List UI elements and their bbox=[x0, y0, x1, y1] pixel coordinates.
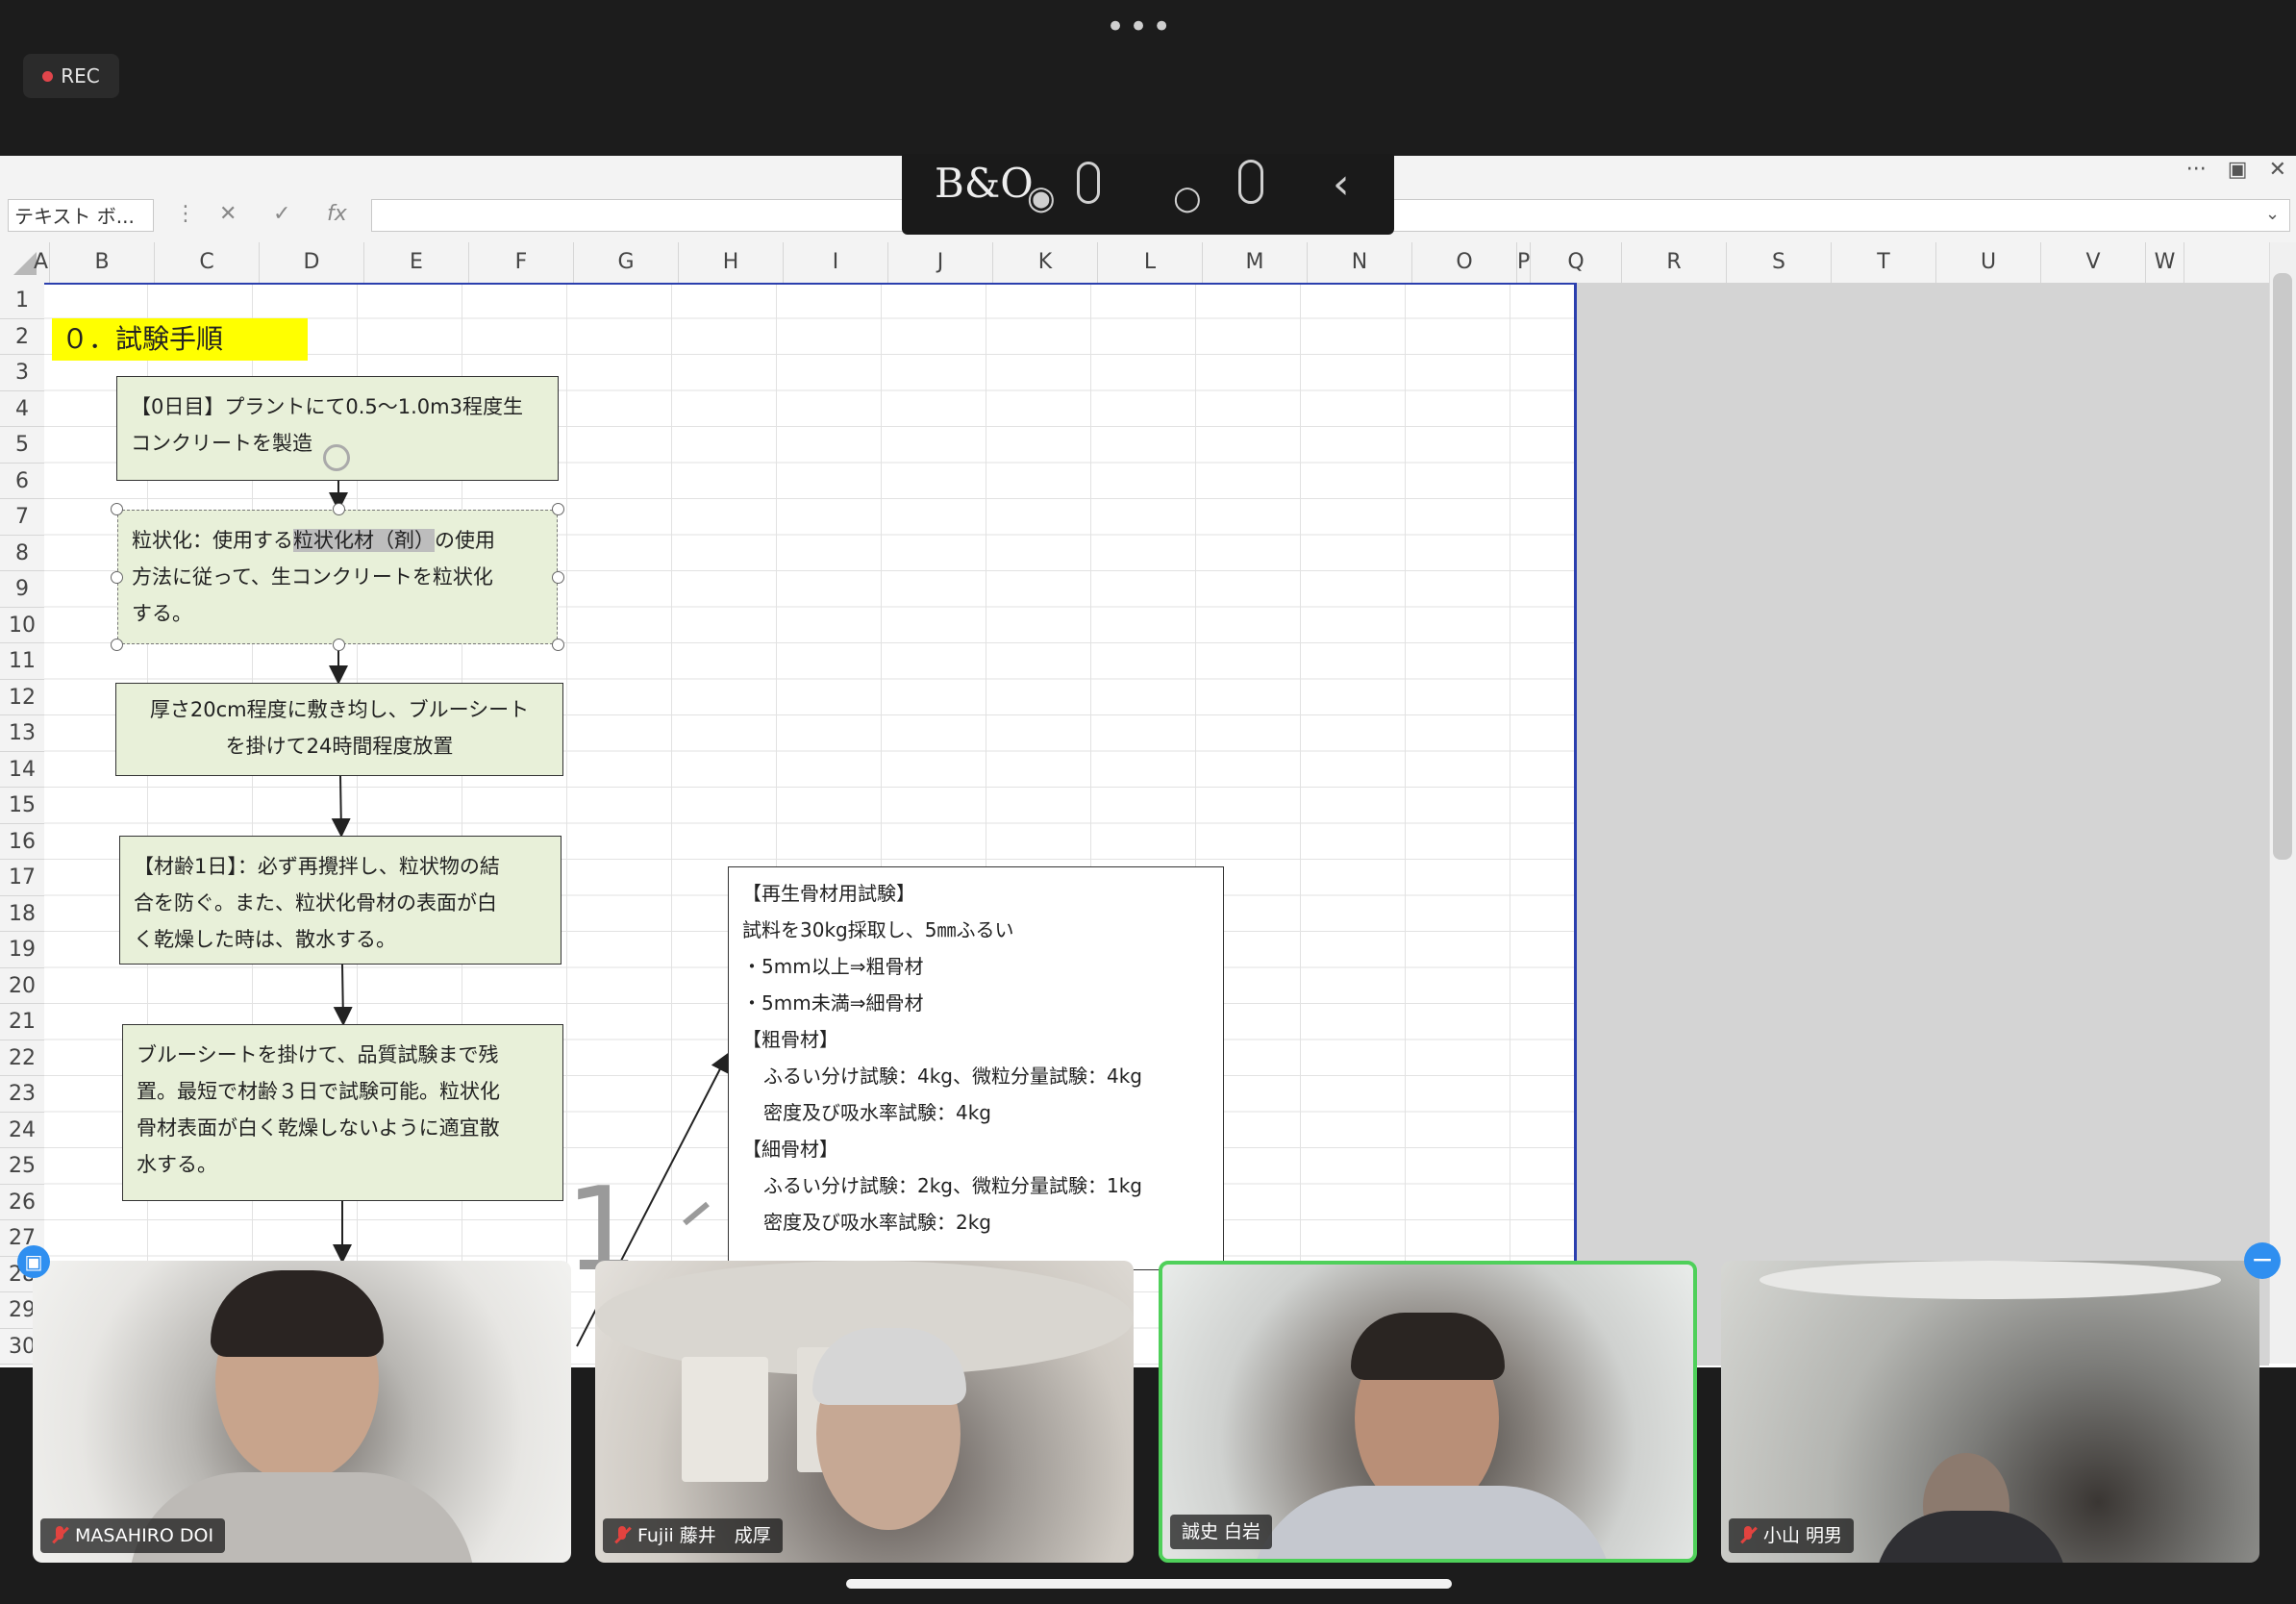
circle-icon[interactable]: ○ bbox=[1173, 179, 1202, 217]
minimize-gallery-icon[interactable]: − bbox=[2244, 1242, 2281, 1279]
panel bbox=[682, 1357, 768, 1482]
mic-muted-icon bbox=[52, 1525, 67, 1546]
step-box-spread[interactable]: 厚さ20cm程度に敷き均し、ブルーシート を掛けて24時間程度放置 bbox=[115, 683, 563, 776]
box1-line1: 【0日目】プラントにて0.5～1.0m3程度生 bbox=[131, 395, 523, 418]
chevron-left-icon[interactable]: ‹ bbox=[1333, 160, 1350, 209]
info-line: 【再生骨材用試験】 bbox=[742, 882, 915, 905]
resize-handle[interactable] bbox=[552, 571, 564, 584]
info-line: 密度及び吸水率試験：2kg bbox=[763, 1211, 992, 1234]
info-line: 【粗骨材】 bbox=[742, 1028, 838, 1051]
box2-line1: 粒状化：使用する粒状化材（剤）の使用 bbox=[132, 529, 495, 552]
arrow-3-4 bbox=[331, 775, 351, 838]
participant-tile-active-speaker[interactable]: 誠史 白岩 bbox=[1159, 1261, 1697, 1563]
mic-muted-icon bbox=[614, 1525, 630, 1546]
step-box-day1[interactable]: 【材齢1日】：必ず再攪拌し、粒状物の結 合を防ぐ。また、粒状化骨材の表面が白 く… bbox=[119, 836, 562, 965]
hair bbox=[211, 1270, 384, 1357]
microphone-wave-icon[interactable] bbox=[1238, 160, 1263, 204]
participant-name: 小山 明男 bbox=[1763, 1525, 1843, 1546]
box3-line1: 厚さ20cm程度に敷き均し、ブルーシート bbox=[149, 698, 530, 721]
bo-audio-overlay: B&O ◉ ○ ‹ bbox=[902, 154, 1394, 235]
resize-handle[interactable] bbox=[333, 639, 345, 651]
mic-muted-icon bbox=[1740, 1525, 1756, 1546]
participant-tile[interactable]: 小山 明男 bbox=[1721, 1261, 2259, 1563]
resize-handle[interactable] bbox=[333, 503, 345, 515]
ceiling-light bbox=[1759, 1261, 2221, 1299]
resize-handle[interactable] bbox=[111, 571, 123, 584]
participant-name: Fujii 藤井 成厚 bbox=[637, 1525, 771, 1546]
info-line: ふるい分け試験：4kg、微粒分量試験：4kg bbox=[763, 1065, 1143, 1088]
box5-line3: 骨材表面が白く乾燥しないように適宜散 bbox=[137, 1116, 500, 1140]
participant-name-bar: 誠史 白岩 bbox=[1170, 1515, 1273, 1549]
participant-name-bar: Fujii 藤井 成厚 bbox=[603, 1518, 783, 1553]
box5-line1: ブルーシートを掛けて、品質試験まで残 bbox=[137, 1043, 499, 1066]
participant-name-bar: 小山 明男 bbox=[1729, 1518, 1855, 1553]
info-line: ・5mm未満⇒細骨材 bbox=[742, 991, 924, 1015]
step-box-cover[interactable]: ブルーシートを掛けて、品質試験まで残 置。最短で材齢３日で試験可能。粒状化 骨材… bbox=[122, 1024, 563, 1201]
arrow-4-5 bbox=[333, 964, 353, 1026]
shoulders bbox=[1875, 1511, 2067, 1563]
box3-line2: を掛けて24時間程度放置 bbox=[225, 735, 454, 758]
box4-line3: く乾燥した時は、散水する。 bbox=[134, 928, 396, 951]
box2-line3: する。 bbox=[132, 602, 192, 625]
participant-name: 誠史 白岩 bbox=[1182, 1521, 1261, 1542]
shoulders bbox=[1249, 1486, 1614, 1559]
box4-line2: 合を防ぐ。また、粒状化骨材の表面が白 bbox=[134, 891, 497, 915]
step-box-granulation[interactable]: 粒状化：使用する粒状化材（剤）の使用 方法に従って、生コンクリートを粒状化 する… bbox=[117, 510, 558, 644]
info-line: 【細骨材】 bbox=[742, 1138, 838, 1161]
recycled-aggregate-test-box[interactable]: 【再生骨材用試験】 試料を30kg採取し、5㎜ふるい ・5mm以上⇒粗骨材 ・5… bbox=[728, 866, 1224, 1270]
hair bbox=[1351, 1313, 1505, 1380]
record-icon[interactable]: ◉ bbox=[1027, 179, 1056, 217]
participant-tile[interactable]: MASAHIRO DOI bbox=[33, 1261, 571, 1563]
info-line: ・5mm以上⇒粗骨材 bbox=[742, 955, 924, 978]
ink-stroke bbox=[683, 1201, 710, 1226]
resize-handle[interactable] bbox=[552, 639, 564, 651]
participant-name: MASAHIRO DOI bbox=[75, 1525, 214, 1546]
selected-text: 粒状化材（剤） bbox=[293, 529, 435, 552]
box5-line4: 水する。 bbox=[137, 1153, 217, 1176]
info-line: ふるい分け試験：2kg、微粒分量試験：1kg bbox=[763, 1174, 1143, 1197]
resize-handle[interactable] bbox=[111, 639, 123, 651]
box5-line2: 置。最短で材齢３日で試験可能。粒状化 bbox=[137, 1080, 500, 1103]
microphone-icon[interactable] bbox=[1077, 162, 1100, 204]
info-line: 試料を30kg採取し、5㎜ふるい bbox=[742, 918, 1014, 941]
resize-handle[interactable] bbox=[111, 503, 123, 515]
participant-name-bar: MASAHIRO DOI bbox=[40, 1518, 226, 1553]
pin-participant-icon[interactable]: ▣ bbox=[17, 1245, 50, 1278]
box4-line1: 【材齢1日】：必ず再攪拌し、粒状物の結 bbox=[134, 855, 500, 878]
resize-handle[interactable] bbox=[552, 503, 564, 515]
home-indicator[interactable] bbox=[846, 1579, 1452, 1589]
box2-line2: 方法に従って、生コンクリートを粒状化 bbox=[132, 565, 493, 589]
bo-logo: B&O bbox=[935, 160, 1034, 207]
info-line: 密度及び吸水率試験：4kg bbox=[763, 1101, 992, 1124]
participant-tile[interactable]: Fujii 藤井 成厚 bbox=[595, 1261, 1134, 1563]
rotate-handle-icon[interactable] bbox=[323, 444, 350, 471]
